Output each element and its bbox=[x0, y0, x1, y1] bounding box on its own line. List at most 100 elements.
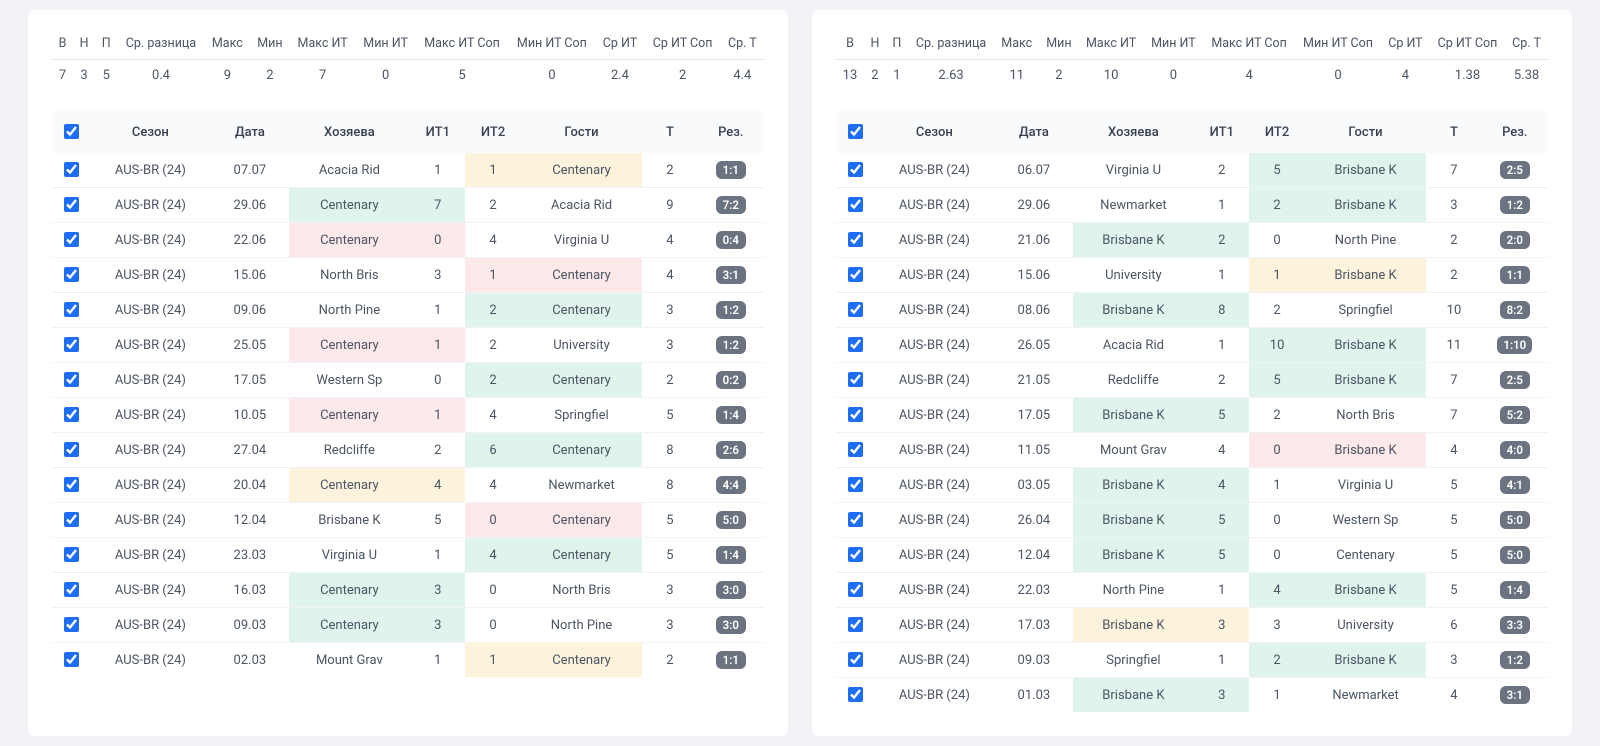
cell-away: Brisbane K bbox=[1305, 258, 1427, 293]
cell-it1: 1 bbox=[1194, 643, 1249, 678]
cell-away: University bbox=[521, 328, 643, 363]
row-checkbox[interactable] bbox=[64, 477, 79, 492]
result-badge: 2:6 bbox=[716, 441, 746, 459]
cell-home: Redcliffe bbox=[289, 433, 411, 468]
row-checkbox[interactable] bbox=[848, 512, 863, 527]
row-checkbox[interactable] bbox=[848, 652, 863, 667]
row-checkbox[interactable] bbox=[64, 407, 79, 422]
cell-away: Centenary bbox=[521, 293, 643, 328]
row-checkbox[interactable] bbox=[848, 267, 863, 282]
col-res: Рез. bbox=[698, 111, 764, 153]
cell-t: 3 bbox=[642, 328, 697, 363]
result-badge: 5:0 bbox=[716, 511, 746, 529]
table-row: AUS-BR (24)03.05Brisbane K41Virginia U54… bbox=[836, 468, 1548, 503]
row-checkbox[interactable] bbox=[848, 582, 863, 597]
cell-season: AUS-BR (24) bbox=[874, 328, 996, 363]
summary-header: Мин ИТ Соп bbox=[1295, 30, 1381, 60]
col-date: Дата bbox=[211, 111, 288, 153]
cell-it1: 2 bbox=[1194, 223, 1249, 258]
row-checkbox[interactable] bbox=[848, 162, 863, 177]
row-checkbox[interactable] bbox=[848, 407, 863, 422]
row-checkbox[interactable] bbox=[64, 652, 79, 667]
col-it2: ИТ2 bbox=[465, 111, 520, 153]
col-it1: ИТ1 bbox=[410, 111, 465, 153]
cell-res: 1:4 bbox=[698, 538, 764, 573]
cell-date: 12.04 bbox=[211, 503, 288, 538]
cell-it1: 1 bbox=[410, 293, 465, 328]
row-checkbox[interactable] bbox=[64, 232, 79, 247]
cell-it1: 2 bbox=[410, 433, 465, 468]
cell-date: 22.03 bbox=[995, 573, 1072, 608]
cell-date: 17.05 bbox=[995, 398, 1072, 433]
cell-date: 03.05 bbox=[995, 468, 1072, 503]
row-checkbox[interactable] bbox=[64, 547, 79, 562]
cell-t: 5 bbox=[1426, 538, 1481, 573]
row-checkbox[interactable] bbox=[64, 512, 79, 527]
table-row: AUS-BR (24)17.05Brisbane K52North Bris75… bbox=[836, 398, 1548, 433]
cell-it2: 2 bbox=[1249, 398, 1304, 433]
cell-it2: 6 bbox=[465, 433, 520, 468]
row-checkbox[interactable] bbox=[64, 337, 79, 352]
row-checkbox[interactable] bbox=[848, 337, 863, 352]
row-checkbox[interactable] bbox=[64, 162, 79, 177]
row-checkbox[interactable] bbox=[64, 302, 79, 317]
cell-away: Brisbane K bbox=[1305, 153, 1427, 188]
cell-it1: 0 bbox=[410, 223, 465, 258]
cell-res: 1:1 bbox=[1482, 258, 1548, 293]
cell-date: 10.05 bbox=[211, 398, 288, 433]
cell-date: 07.07 bbox=[211, 153, 288, 188]
cell-it1: 5 bbox=[1194, 503, 1249, 538]
cell-it2: 4 bbox=[465, 468, 520, 503]
row-checkbox[interactable] bbox=[64, 617, 79, 632]
cell-away: Newmarket bbox=[1305, 678, 1427, 713]
row-checkbox[interactable] bbox=[64, 197, 79, 212]
summary-value: 11 bbox=[994, 60, 1039, 90]
row-checkbox[interactable] bbox=[64, 372, 79, 387]
result-badge: 1:1 bbox=[716, 161, 746, 179]
cell-season: AUS-BR (24) bbox=[874, 608, 996, 643]
cell-away: Centenary bbox=[521, 363, 643, 398]
row-checkbox[interactable] bbox=[64, 582, 79, 597]
row-checkbox[interactable] bbox=[64, 442, 79, 457]
row-checkbox[interactable] bbox=[848, 547, 863, 562]
summary-value: 5.38 bbox=[1505, 60, 1548, 90]
result-badge: 0:2 bbox=[716, 371, 746, 389]
cell-home: Brisbane K bbox=[1073, 398, 1195, 433]
cell-t: 5 bbox=[1426, 468, 1481, 503]
cell-it1: 2 bbox=[1194, 153, 1249, 188]
cell-date: 09.03 bbox=[995, 643, 1072, 678]
cell-home: Virginia U bbox=[1073, 153, 1195, 188]
row-checkbox[interactable] bbox=[848, 232, 863, 247]
select-all-checkbox[interactable] bbox=[64, 124, 79, 139]
row-checkbox[interactable] bbox=[848, 302, 863, 317]
cell-home: Centenary bbox=[289, 223, 411, 258]
row-checkbox[interactable] bbox=[848, 442, 863, 457]
cell-t: 8 bbox=[642, 468, 697, 503]
cell-season: AUS-BR (24) bbox=[90, 153, 212, 188]
summary-value: 5 bbox=[416, 60, 509, 90]
row-checkbox[interactable] bbox=[848, 197, 863, 212]
cell-home: Centenary bbox=[289, 188, 411, 223]
table-row: AUS-BR (24)17.03Brisbane K33University63… bbox=[836, 608, 1548, 643]
select-all-checkbox[interactable] bbox=[848, 124, 863, 139]
row-checkbox[interactable] bbox=[64, 267, 79, 282]
result-badge: 3:0 bbox=[716, 581, 746, 599]
cell-res: 4:4 bbox=[698, 468, 764, 503]
cell-away: Brisbane K bbox=[1305, 363, 1427, 398]
row-checkbox[interactable] bbox=[848, 477, 863, 492]
cell-away: Centenary bbox=[521, 258, 643, 293]
cell-date: 17.03 bbox=[995, 608, 1072, 643]
result-badge: 1:10 bbox=[1497, 336, 1532, 354]
row-checkbox[interactable] bbox=[848, 617, 863, 632]
row-checkbox[interactable] bbox=[848, 372, 863, 387]
cell-away: Brisbane K bbox=[1305, 433, 1427, 468]
cell-res: 7:2 bbox=[698, 188, 764, 223]
result-badge: 1:2 bbox=[1500, 651, 1530, 669]
table-row: AUS-BR (24)01.03Brisbane K31Newmarket43:… bbox=[836, 678, 1548, 713]
cell-res: 5:2 bbox=[1482, 398, 1548, 433]
cell-season: AUS-BR (24) bbox=[874, 188, 996, 223]
cell-it2: 4 bbox=[1249, 573, 1304, 608]
table-row: AUS-BR (24)09.03Centenary30North Pine33:… bbox=[52, 608, 764, 643]
row-checkbox[interactable] bbox=[848, 687, 863, 702]
result-badge: 8:2 bbox=[1500, 301, 1530, 319]
